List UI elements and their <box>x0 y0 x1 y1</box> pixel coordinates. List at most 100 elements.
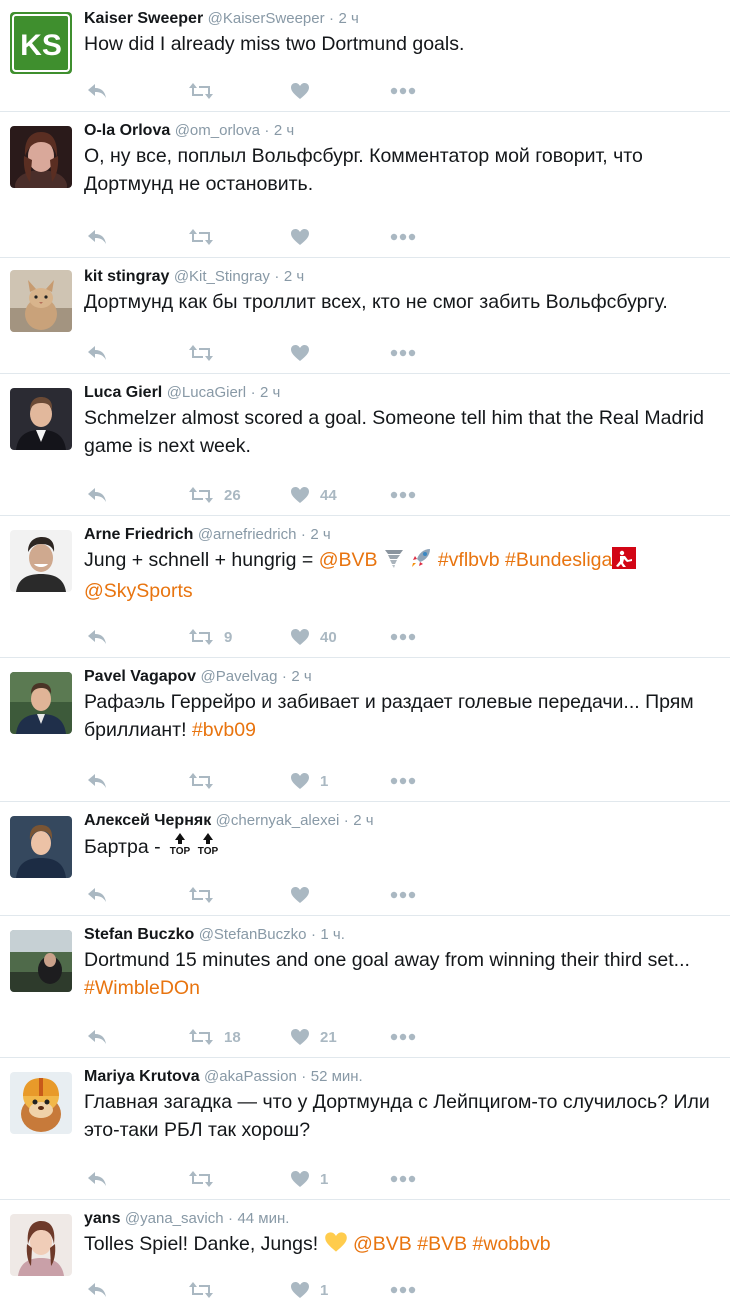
more-button[interactable] <box>390 225 416 249</box>
like-button[interactable] <box>290 883 320 907</box>
avatar[interactable] <box>10 270 72 332</box>
display-name[interactable]: yans <box>84 1210 120 1227</box>
like-button[interactable]: 21 <box>290 1025 337 1049</box>
hashtag-link[interactable]: #bvb09 <box>192 719 256 741</box>
more-button[interactable] <box>390 1278 416 1302</box>
more-button[interactable] <box>390 341 416 365</box>
tweet[interactable]: Luca Gierl @LucaGierl · 2 ч Schmelzer al… <box>0 374 730 516</box>
display-name[interactable]: Kaiser Sweeper <box>84 10 203 27</box>
retweet-button[interactable] <box>188 1278 224 1302</box>
timestamp[interactable]: 1 ч. <box>320 926 345 943</box>
display-name[interactable]: kit stingray <box>84 268 169 285</box>
like-button[interactable] <box>290 341 320 365</box>
avatar[interactable] <box>10 1072 72 1134</box>
mention-link[interactable]: @BVB <box>353 1233 412 1255</box>
timestamp[interactable]: 2 ч <box>310 526 330 543</box>
reply-button[interactable] <box>86 625 108 649</box>
like-icon <box>290 486 310 504</box>
tweet[interactable]: Mariya Krutova @akaPassion · 52 мин. Гла… <box>0 1058 730 1200</box>
display-name[interactable]: Алексей Черняк <box>84 812 211 829</box>
reply-button[interactable] <box>86 483 108 507</box>
timestamp[interactable]: 52 мин. <box>311 1068 363 1085</box>
like-button[interactable] <box>290 225 320 249</box>
more-button[interactable] <box>390 1167 416 1191</box>
timestamp[interactable]: 2 ч <box>291 668 311 685</box>
display-name[interactable]: Luca Gierl <box>84 384 162 401</box>
avatar[interactable] <box>10 530 72 592</box>
user-handle[interactable]: @StefanBuczko <box>199 926 307 943</box>
user-handle[interactable]: @Kit_Stingray <box>174 268 270 285</box>
more-button[interactable] <box>390 625 416 649</box>
display-name[interactable]: Stefan Buczko <box>84 926 194 943</box>
tweet[interactable]: Алексей Черняк @chernyak_alexei · 2 ч Ба… <box>0 802 730 916</box>
retweet-button[interactable] <box>188 225 224 249</box>
hashtag-link[interactable]: #WimbleDOn <box>84 977 200 999</box>
display-name[interactable]: Pavel Vagapov <box>84 668 196 685</box>
timestamp[interactable]: 2 ч <box>339 10 359 27</box>
reply-button[interactable] <box>86 225 108 249</box>
avatar[interactable] <box>10 816 72 878</box>
more-button[interactable] <box>390 883 416 907</box>
retweet-button[interactable]: 18 <box>188 1025 241 1049</box>
retweet-button[interactable] <box>188 883 224 907</box>
user-handle[interactable]: @LucaGierl <box>167 384 246 401</box>
reply-button[interactable] <box>86 1025 108 1049</box>
reply-button[interactable] <box>86 341 108 365</box>
avatar[interactable] <box>10 1214 72 1276</box>
like-button[interactable]: 1 <box>290 1278 328 1302</box>
reply-button[interactable] <box>86 1167 108 1191</box>
more-button[interactable] <box>390 1025 416 1049</box>
user-handle[interactable]: @yana_savich <box>125 1210 224 1227</box>
mention-link[interactable]: @SkySports <box>84 580 193 602</box>
tweet[interactable]: Arne Friedrich @arnefriedrich · 2 ч Jung… <box>0 516 730 658</box>
timestamp[interactable]: 2 ч <box>284 268 304 285</box>
avatar[interactable] <box>10 672 72 734</box>
tweet[interactable]: O-la Orlova @om_orlova · 2 ч О, ну все, … <box>0 112 730 258</box>
like-button[interactable]: 1 <box>290 769 328 793</box>
reply-button[interactable] <box>86 1278 108 1302</box>
tweet[interactable]: yans @yana_savich · 44 мин. Tolles Spiel… <box>0 1200 730 1304</box>
retweet-button[interactable]: 26 <box>188 483 241 507</box>
like-button[interactable]: 40 <box>290 625 337 649</box>
avatar[interactable] <box>10 930 72 992</box>
reply-button[interactable] <box>86 79 108 103</box>
more-button[interactable] <box>390 769 416 793</box>
hashtag-link[interactable]: #Bundesliga <box>505 549 612 571</box>
like-button[interactable] <box>290 79 320 103</box>
retweet-button[interactable] <box>188 341 224 365</box>
hashtag-link[interactable]: #vflbvb <box>438 549 500 571</box>
avatar[interactable] <box>10 388 72 450</box>
timestamp[interactable]: 2 ч <box>260 384 280 401</box>
retweet-button[interactable] <box>188 1167 224 1191</box>
timestamp[interactable]: 2 ч <box>353 812 373 829</box>
user-handle[interactable]: @KaiserSweeper <box>208 10 325 27</box>
retweet-button[interactable] <box>188 79 224 103</box>
like-button[interactable]: 1 <box>290 1167 328 1191</box>
tweet[interactable]: Stefan Buczko @StefanBuczko · 1 ч. Dortm… <box>0 916 730 1058</box>
avatar[interactable] <box>10 126 72 188</box>
timestamp[interactable]: 2 ч <box>274 122 294 139</box>
tweet[interactable]: Pavel Vagapov @Pavelvag · 2 ч Рафаэль Ге… <box>0 658 730 802</box>
user-handle[interactable]: @Pavelvag <box>201 668 278 685</box>
tweet[interactable]: kit stingray @Kit_Stingray · 2 ч Дортмун… <box>0 258 730 374</box>
display-name[interactable]: Mariya Krutova <box>84 1068 200 1085</box>
mention-link[interactable]: @BVB <box>319 549 378 571</box>
more-button[interactable] <box>390 79 416 103</box>
retweet-button[interactable]: 9 <box>188 625 232 649</box>
timestamp[interactable]: 44 мин. <box>237 1210 289 1227</box>
more-button[interactable] <box>390 483 416 507</box>
user-handle[interactable]: @om_orlova <box>175 122 260 139</box>
avatar[interactable]: KS <box>10 12 72 74</box>
user-handle[interactable]: @arnefriedrich <box>198 526 297 543</box>
retweet-button[interactable] <box>188 769 224 793</box>
like-button[interactable]: 44 <box>290 483 337 507</box>
user-handle[interactable]: @chernyak_alexei <box>216 812 340 829</box>
reply-button[interactable] <box>86 883 108 907</box>
hashtag-link[interactable]: #BVB <box>417 1233 467 1255</box>
display-name[interactable]: O-la Orlova <box>84 122 170 139</box>
tweet[interactable]: KS Kaiser Sweeper @KaiserSweeper · 2 ч H… <box>0 0 730 112</box>
display-name[interactable]: Arne Friedrich <box>84 526 193 543</box>
reply-button[interactable] <box>86 769 108 793</box>
user-handle[interactable]: @akaPassion <box>204 1068 297 1085</box>
hashtag-link[interactable]: #wobbvb <box>473 1233 551 1255</box>
